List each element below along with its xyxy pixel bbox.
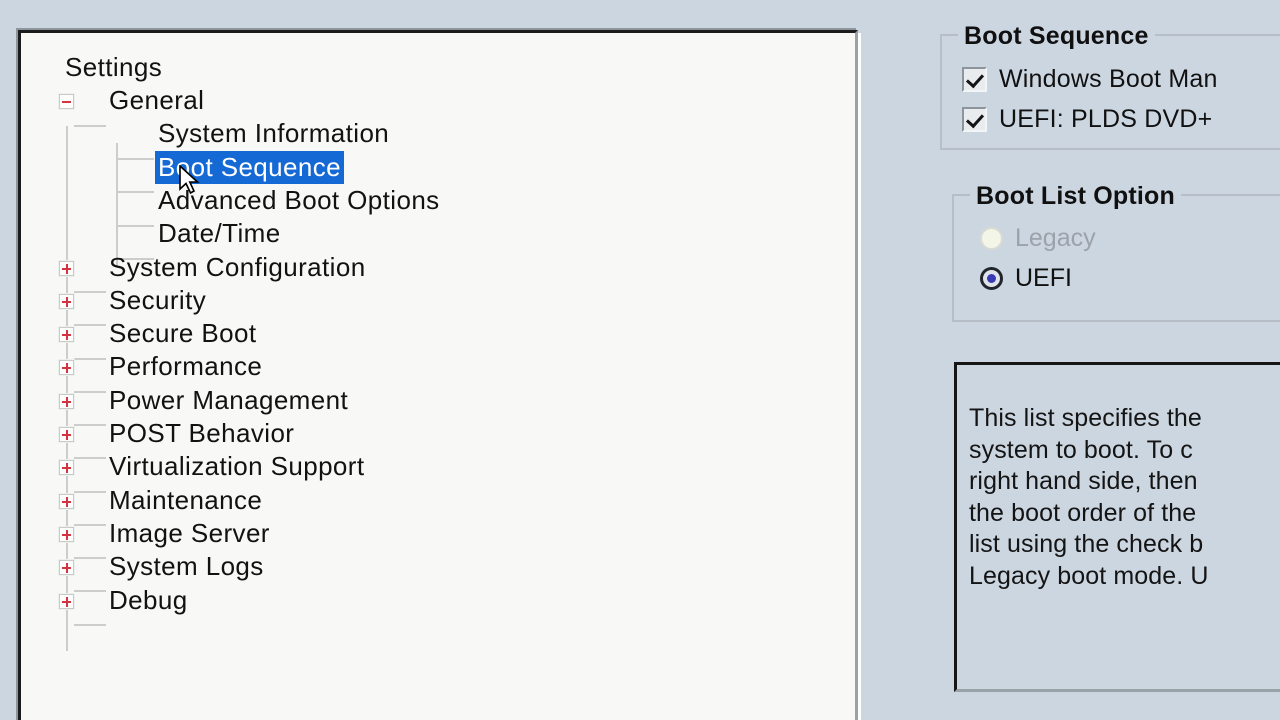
boot-sequence-pane: Boot Sequence Windows Boot Man UEFI: PLD… bbox=[930, 0, 1280, 720]
expand-plus-icon[interactable] bbox=[59, 560, 74, 576]
expand-plus-icon[interactable] bbox=[59, 460, 74, 476]
tree-item-system-configuration[interactable]: System Configuration bbox=[21, 251, 855, 284]
description-text: This list specifies the system to boot. … bbox=[969, 404, 1209, 590]
boot-sequence-group: Boot Sequence Windows Boot Man UEFI: PLD… bbox=[940, 22, 1280, 150]
description-panel: This list specifies the system to boot. … bbox=[954, 362, 1280, 692]
tree-item-label: System Information bbox=[158, 118, 390, 149]
checkbox-windows-boot-manager[interactable] bbox=[962, 66, 987, 92]
tree-item-label: POST Behavior bbox=[109, 418, 295, 448]
boot-list-option-legacy[interactable]: Legacy bbox=[980, 222, 1096, 254]
checkbox-uefi-plds-dvd[interactable] bbox=[962, 106, 987, 132]
tree-item-label: Image Server bbox=[109, 517, 270, 548]
tree-item-image-server[interactable]: Image Server bbox=[21, 517, 855, 550]
radio-uefi[interactable] bbox=[980, 266, 1003, 290]
radio-uefi-label: UEFI bbox=[1015, 263, 1072, 292]
tree-item-system-information[interactable]: System Information bbox=[21, 117, 855, 150]
expand-plus-icon[interactable] bbox=[59, 327, 74, 343]
tree-item-boot-sequence[interactable]: Boot Sequence bbox=[21, 150, 855, 184]
tree-item-general[interactable]: General bbox=[21, 84, 855, 117]
tree-item-date-time[interactable]: Date/Time bbox=[21, 217, 855, 250]
tree-item-label: General bbox=[109, 85, 205, 115]
expand-plus-icon[interactable] bbox=[59, 593, 74, 609]
expand-plus-icon[interactable] bbox=[59, 393, 74, 409]
expand-plus-icon[interactable] bbox=[59, 493, 74, 509]
radio-legacy-label: Legacy bbox=[1015, 223, 1096, 252]
tree-item-label: Advanced Boot Options bbox=[158, 184, 440, 215]
tree-item-label: Date/Time bbox=[158, 218, 281, 249]
expand-plus-icon[interactable] bbox=[59, 260, 74, 276]
boot-sequence-title: Boot Sequence bbox=[958, 22, 1155, 51]
tree-connector bbox=[74, 624, 106, 626]
tree-item-label: System Logs bbox=[109, 551, 264, 582]
tree-item-debug[interactable]: Debug bbox=[21, 584, 855, 617]
settings-tree-panel[interactable]: Settings General System Information Boot S… bbox=[18, 30, 858, 720]
tree-item-label: Power Management bbox=[109, 384, 349, 415]
expand-plus-icon[interactable] bbox=[59, 293, 74, 309]
tree-item-label: System Configuration bbox=[109, 251, 366, 282]
collapse-minus-icon[interactable] bbox=[59, 94, 74, 109]
boot-list-option-group: Boot List Option Legacy UEFI bbox=[952, 182, 1280, 322]
tree-item-advanced-boot-options[interactable]: Advanced Boot Options bbox=[21, 184, 855, 217]
tree-item-label: Performance bbox=[109, 351, 263, 382]
settings-tree: Settings General System Information Boot S… bbox=[21, 33, 855, 720]
tree-item-label: Maintenance bbox=[109, 484, 263, 515]
tree-item-label: Boot Sequence bbox=[155, 150, 345, 184]
tree-item-secure-boot[interactable]: Secure Boot bbox=[21, 317, 855, 350]
tree-item-label: Secure Boot bbox=[109, 318, 257, 349]
boot-entry-label: UEFI: PLDS DVD+ bbox=[999, 104, 1213, 133]
expand-plus-icon[interactable] bbox=[59, 526, 74, 542]
tree-item-performance[interactable]: Performance bbox=[21, 350, 855, 383]
expand-plus-icon[interactable] bbox=[59, 427, 74, 442]
tree-item-security[interactable]: Security bbox=[21, 284, 855, 317]
tree-item-post-behavior[interactable]: POST Behavior bbox=[21, 417, 855, 450]
bios-setup-screen: Settings General System Information Boot S… bbox=[0, 0, 1280, 720]
tree-item-virtualization-support[interactable]: Virtualization Support bbox=[21, 450, 855, 483]
tree-item-label: Debug bbox=[109, 584, 188, 615]
tree-item-system-logs[interactable]: System Logs bbox=[21, 550, 855, 583]
expand-plus-icon[interactable] bbox=[59, 360, 74, 376]
tree-item-power-management[interactable]: Power Management bbox=[21, 384, 855, 417]
tree-item-label: Virtualization Support bbox=[109, 451, 365, 482]
tree-row-root[interactable]: Settings bbox=[21, 51, 855, 84]
boot-list-option-title: Boot List Option bbox=[970, 182, 1181, 211]
boot-entry-row[interactable]: UEFI: PLDS DVD+ bbox=[962, 104, 1212, 134]
boot-list-option-uefi[interactable]: UEFI bbox=[980, 262, 1072, 294]
boot-entry-label: Windows Boot Man bbox=[999, 64, 1218, 93]
tree-item-maintenance[interactable]: Maintenance bbox=[21, 484, 855, 517]
tree-root-label: Settings bbox=[65, 52, 163, 82]
boot-entry-row[interactable]: Windows Boot Man bbox=[962, 64, 1218, 94]
group-border bbox=[952, 194, 1280, 322]
radio-legacy[interactable] bbox=[980, 226, 1003, 250]
tree-item-label: Security bbox=[109, 284, 207, 315]
